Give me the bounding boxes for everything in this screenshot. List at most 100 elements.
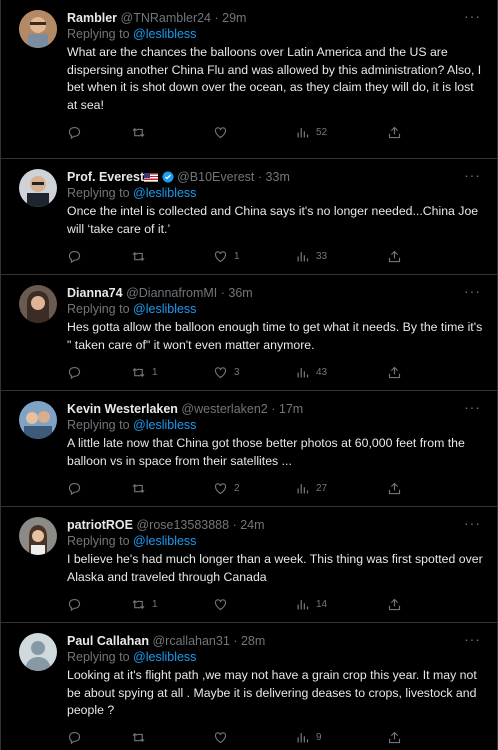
replying-to-label: Replying to xyxy=(67,186,130,200)
views-button[interactable]: 14 xyxy=(295,597,387,612)
avatar[interactable] xyxy=(19,517,57,555)
verified-badge-icon xyxy=(162,171,174,183)
action-bar: 1 3 43 xyxy=(67,354,483,390)
retweet-button[interactable] xyxy=(131,481,213,496)
view-count: 43 xyxy=(316,366,328,378)
retweet-icon xyxy=(132,599,145,609)
display-name[interactable]: Kevin Westerlaken xyxy=(67,402,178,416)
share-button[interactable] xyxy=(387,365,402,380)
replying-to-label: Replying to xyxy=(67,534,130,548)
share-icon xyxy=(388,598,401,610)
timestamp[interactable]: 17m xyxy=(279,402,303,416)
reply-button[interactable] xyxy=(67,125,131,140)
reply-mention-link[interactable]: @leslibless xyxy=(133,27,196,41)
views-button[interactable]: 27 xyxy=(295,481,387,496)
more-options-icon[interactable]: ··· xyxy=(464,631,481,647)
retweet-count: 1 xyxy=(152,366,158,378)
share-button[interactable] xyxy=(387,249,402,264)
heart-icon xyxy=(214,366,227,378)
more-options-icon[interactable]: ··· xyxy=(464,8,481,24)
like-count: 2 xyxy=(234,482,240,494)
separator-dot: · xyxy=(233,634,238,648)
avatar[interactable] xyxy=(19,633,57,671)
display-name[interactable]: Paul Callahan xyxy=(67,634,149,648)
share-button[interactable] xyxy=(387,125,402,140)
share-icon xyxy=(388,366,401,378)
action-bar: 2 27 xyxy=(67,470,483,506)
timestamp[interactable]: 33m xyxy=(266,170,290,184)
replying-to: Replying to @leslibless xyxy=(67,533,483,550)
reply-button[interactable] xyxy=(67,249,131,264)
tweet[interactable]: ··· Rambler @TNRambler24 · 29m Replying … xyxy=(1,0,497,159)
views-button[interactable]: 33 xyxy=(295,249,387,264)
like-button[interactable] xyxy=(213,125,295,140)
replying-to-label: Replying to xyxy=(67,302,130,316)
reply-button[interactable] xyxy=(67,597,131,612)
retweet-button[interactable] xyxy=(131,125,213,140)
views-button[interactable]: 9 xyxy=(295,730,387,745)
tweet[interactable]: ··· patriotROE @rose13583888 · 24m Reply… xyxy=(1,507,497,623)
separator-dot: · xyxy=(271,402,276,416)
avatar[interactable] xyxy=(19,10,57,48)
views-button[interactable]: 43 xyxy=(295,365,387,380)
share-button[interactable] xyxy=(387,730,402,745)
reply-button[interactable] xyxy=(67,481,131,496)
user-handle[interactable]: @westerlaken2 xyxy=(181,402,267,416)
share-icon xyxy=(388,482,401,494)
avatar[interactable] xyxy=(19,401,57,439)
share-button[interactable] xyxy=(387,481,402,496)
timestamp[interactable]: 28m xyxy=(241,634,265,648)
reply-mention-link[interactable]: @leslibless xyxy=(133,302,196,316)
retweet-count: 1 xyxy=(152,598,158,610)
user-handle[interactable]: @B10Everest xyxy=(177,170,254,184)
reply-mention-link[interactable]: @leslibless xyxy=(133,650,196,664)
reply-mention-link[interactable]: @leslibless xyxy=(133,534,196,548)
retweet-button[interactable]: 1 xyxy=(131,365,213,380)
retweet-button[interactable] xyxy=(131,730,213,745)
user-handle[interactable]: @rose13583888 xyxy=(136,518,229,532)
replying-to: Replying to @leslibless xyxy=(67,185,483,202)
like-button[interactable] xyxy=(213,730,295,745)
display-name[interactable]: Prof. Everest xyxy=(67,170,144,184)
avatar[interactable] xyxy=(19,169,57,207)
timestamp[interactable]: 24m xyxy=(240,518,264,532)
tweet[interactable]: ··· Kevin Westerlaken @westerlaken2 · 17… xyxy=(1,391,497,507)
more-options-icon[interactable]: ··· xyxy=(464,515,481,531)
like-button[interactable]: 1 xyxy=(213,249,295,264)
retweet-button[interactable] xyxy=(131,249,213,264)
reply-button[interactable] xyxy=(67,365,131,380)
reply-mention-link[interactable]: @leslibless xyxy=(133,186,196,200)
heart-icon xyxy=(214,598,227,610)
retweet-button[interactable]: 1 xyxy=(131,597,213,612)
user-handle[interactable]: @rcallahan31 xyxy=(152,634,229,648)
user-handle[interactable]: @TNRambler24 xyxy=(121,11,212,25)
reply-button[interactable] xyxy=(67,730,131,745)
reply-mention-link[interactable]: @leslibless xyxy=(133,418,196,432)
user-handle[interactable]: @DiannafromMI xyxy=(126,286,217,300)
view-count: 27 xyxy=(316,482,328,494)
share-button[interactable] xyxy=(387,597,402,612)
like-button[interactable] xyxy=(213,597,295,612)
more-options-icon[interactable]: ··· xyxy=(464,167,481,183)
action-bar: 52 xyxy=(67,114,483,150)
replying-to-label: Replying to xyxy=(67,650,130,664)
more-options-icon[interactable]: ··· xyxy=(464,399,481,415)
timestamp[interactable]: 29m xyxy=(222,11,246,25)
display-name[interactable]: Rambler xyxy=(67,11,117,25)
tweet[interactable]: ··· Dianna74 @DiannafromMI · 36m Replyin… xyxy=(1,275,497,391)
action-bar: 9 xyxy=(67,720,483,750)
more-options-icon[interactable]: ··· xyxy=(464,283,481,299)
avatar[interactable] xyxy=(19,285,57,323)
timestamp[interactable]: 36m xyxy=(228,286,252,300)
tweet[interactable]: ··· Paul Callahan @rcallahan31 · 28m Rep… xyxy=(1,623,497,750)
separator-dot: · xyxy=(220,286,225,300)
tweet[interactable]: ··· Prof. Everest @B10Everest · 33m Repl… xyxy=(1,159,497,275)
share-icon xyxy=(388,126,401,138)
views-button[interactable]: 52 xyxy=(295,125,387,140)
like-button[interactable]: 3 xyxy=(213,365,295,380)
display-name[interactable]: Dianna74 xyxy=(67,286,123,300)
display-name[interactable]: patriotROE xyxy=(67,518,133,532)
like-button[interactable]: 2 xyxy=(213,481,295,496)
heart-icon xyxy=(214,250,227,262)
share-icon xyxy=(388,250,401,262)
